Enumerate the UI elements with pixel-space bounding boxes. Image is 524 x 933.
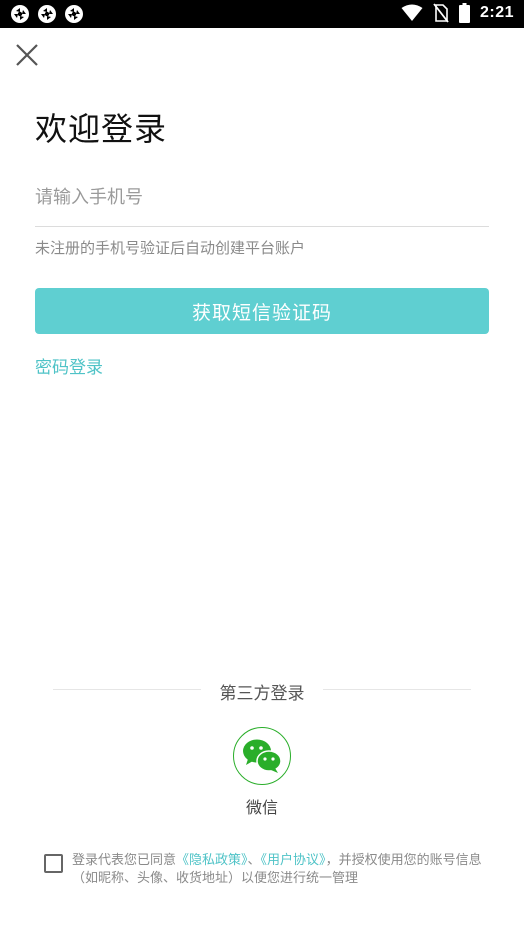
status-time: 2:21 xyxy=(479,4,514,21)
no-sim-icon xyxy=(433,3,449,23)
status-bar-notifications xyxy=(10,4,84,24)
agreement-separator: 、 xyxy=(247,853,261,868)
wechat-label: 微信 xyxy=(245,798,278,817)
close-button[interactable] xyxy=(12,40,42,70)
third-party-title: 第三方登录 xyxy=(219,684,305,704)
app-notification-icon xyxy=(65,5,83,23)
battery-icon xyxy=(458,3,470,23)
close-icon xyxy=(16,44,38,66)
status-bar-system: 2:21 xyxy=(401,3,514,23)
user-agreement-link[interactable]: 《用户协议》 xyxy=(261,853,326,868)
get-sms-code-button[interactable]: 获取短信验证码 xyxy=(35,288,489,334)
wechat-login-button[interactable] xyxy=(233,727,291,785)
status-bar: 2:21 xyxy=(0,0,524,28)
wechat-icon xyxy=(243,739,282,773)
agreement-text: 登录代表您已同意《隐私政策》、《用户协议》，并授权使用您的账号信息（如昵称、头像… xyxy=(72,852,492,888)
agreement-text-before: 登录代表您已同意 xyxy=(72,853,177,868)
page-title: 欢迎登录 xyxy=(35,110,168,148)
wifi-icon xyxy=(401,4,423,21)
agreement-checkbox[interactable] xyxy=(44,854,63,873)
phone-input[interactable] xyxy=(35,177,489,217)
phone-field-container xyxy=(35,177,489,227)
app-notification-icon xyxy=(11,5,29,23)
app-notification-icon xyxy=(38,5,56,23)
password-login-link[interactable]: 密码登录 xyxy=(35,353,103,378)
privacy-policy-link[interactable]: 《隐私政策》 xyxy=(176,853,248,868)
phone-hint: 未注册的手机号验证后自动创建平台账户 xyxy=(35,239,306,257)
divider-right xyxy=(323,689,471,690)
